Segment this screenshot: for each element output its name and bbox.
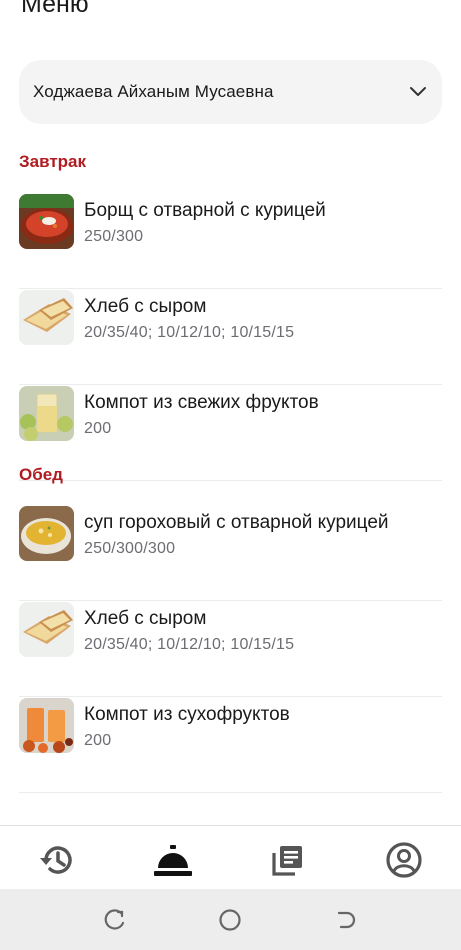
dish-name: Компот из сухофруктов xyxy=(84,704,290,725)
menu-item[interactable]: Борщ с отварной с курицей 250/300 xyxy=(19,194,442,289)
chevron-down-icon[interactable] xyxy=(408,82,428,102)
dish-portion: 250/300 xyxy=(84,228,144,245)
divider xyxy=(19,480,442,481)
dish-name: суп гороховый с отварной курицей xyxy=(84,512,389,533)
menu-item[interactable]: Компот из свежих фруктов 200 xyxy=(19,386,442,481)
selected-person: Ходжаева Айханым Мусаевна xyxy=(33,82,274,101)
service-bell-icon[interactable] xyxy=(153,840,193,880)
divider xyxy=(19,384,442,385)
history-icon[interactable] xyxy=(37,840,77,880)
account-icon[interactable] xyxy=(384,840,424,880)
divider xyxy=(19,288,442,289)
person-selector[interactable]: Ходжаева Айханым Мусаевна xyxy=(19,60,442,124)
dish-portion: 200 xyxy=(84,420,112,437)
section-title-lunch: Обед xyxy=(19,465,63,484)
pea-soup-image xyxy=(19,506,74,561)
bread-cheese-image xyxy=(19,602,74,657)
divider xyxy=(19,696,442,697)
bread-cheese-image xyxy=(19,290,74,345)
divider xyxy=(19,600,442,601)
news-icon[interactable] xyxy=(268,840,308,880)
menu-item[interactable]: Компот из сухофруктов 200 xyxy=(19,698,442,793)
fruit-compote-image xyxy=(19,386,74,441)
dish-name: Хлеб с сыром xyxy=(84,296,207,317)
back-icon[interactable] xyxy=(333,907,359,933)
dish-portion: 200 xyxy=(84,732,112,749)
bottom-navigation xyxy=(0,825,461,890)
menu-item[interactable]: Хлеб с сыром 20/35/40; 10/12/10; 10/15/1… xyxy=(19,290,442,385)
dish-portion: 20/35/40; 10/12/10; 10/15/15 xyxy=(84,324,295,341)
recent-apps-icon[interactable] xyxy=(102,907,128,933)
divider xyxy=(19,792,442,793)
menu-item[interactable]: суп гороховый с отварной курицей 250/300… xyxy=(19,506,442,601)
dish-name: Компот из свежих фруктов xyxy=(84,392,319,413)
dish-name: Хлеб с сыром xyxy=(84,608,207,629)
dish-portion: 250/300/300 xyxy=(84,540,176,557)
borscht-image xyxy=(19,194,74,249)
system-navigation-bar xyxy=(0,889,461,950)
dish-name: Борщ с отварной с курицей xyxy=(84,200,326,221)
dried-fruit-compote-image xyxy=(19,698,74,753)
page-title: Меню xyxy=(21,0,89,18)
dish-portion: 20/35/40; 10/12/10; 10/15/15 xyxy=(84,636,295,653)
menu-item[interactable]: Хлеб с сыром 20/35/40; 10/12/10; 10/15/1… xyxy=(19,602,442,697)
section-title-breakfast: Завтрак xyxy=(19,152,87,171)
home-icon[interactable] xyxy=(217,907,243,933)
